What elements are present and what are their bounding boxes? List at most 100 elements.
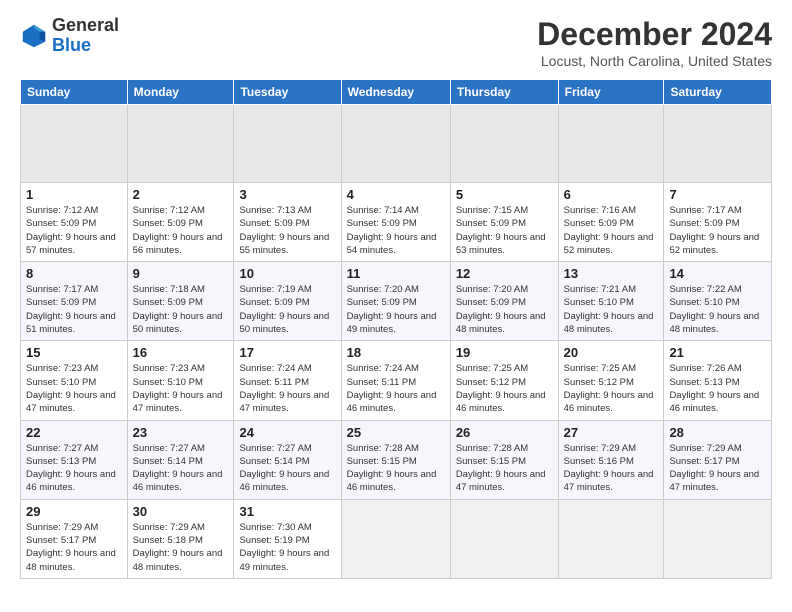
day-number: 12 bbox=[456, 266, 553, 281]
table-row: 3 Sunrise: 7:13 AMSunset: 5:09 PMDayligh… bbox=[234, 183, 341, 262]
page: General Blue December 2024 Locust, North… bbox=[0, 0, 792, 589]
calendar-week-row: 22 Sunrise: 7:27 AMSunset: 5:13 PMDaylig… bbox=[21, 420, 772, 499]
table-row: 29 Sunrise: 7:29 AMSunset: 5:17 PMDaylig… bbox=[21, 499, 128, 578]
logo-text: General Blue bbox=[52, 16, 119, 56]
day-number: 14 bbox=[669, 266, 766, 281]
day-info: Sunrise: 7:18 AMSunset: 5:09 PMDaylight:… bbox=[133, 284, 223, 335]
col-monday: Monday bbox=[127, 80, 234, 105]
table-row: 17 Sunrise: 7:24 AMSunset: 5:11 PMDaylig… bbox=[234, 341, 341, 420]
table-row bbox=[558, 105, 664, 183]
col-friday: Friday bbox=[558, 80, 664, 105]
day-number: 29 bbox=[26, 504, 122, 519]
table-row bbox=[664, 499, 772, 578]
day-number: 3 bbox=[239, 187, 335, 202]
day-info: Sunrise: 7:19 AMSunset: 5:09 PMDaylight:… bbox=[239, 284, 329, 335]
logo-blue: Blue bbox=[52, 36, 119, 56]
table-row: 27 Sunrise: 7:29 AMSunset: 5:16 PMDaylig… bbox=[558, 420, 664, 499]
day-number: 5 bbox=[456, 187, 553, 202]
table-row: 6 Sunrise: 7:16 AMSunset: 5:09 PMDayligh… bbox=[558, 183, 664, 262]
table-row: 16 Sunrise: 7:23 AMSunset: 5:10 PMDaylig… bbox=[127, 341, 234, 420]
day-info: Sunrise: 7:27 AMSunset: 5:14 PMDaylight:… bbox=[239, 443, 329, 494]
day-info: Sunrise: 7:26 AMSunset: 5:13 PMDaylight:… bbox=[669, 363, 759, 414]
table-row: 31 Sunrise: 7:30 AMSunset: 5:19 PMDaylig… bbox=[234, 499, 341, 578]
day-number: 2 bbox=[133, 187, 229, 202]
day-number: 31 bbox=[239, 504, 335, 519]
table-row: 25 Sunrise: 7:28 AMSunset: 5:15 PMDaylig… bbox=[341, 420, 450, 499]
day-info: Sunrise: 7:29 AMSunset: 5:16 PMDaylight:… bbox=[564, 443, 654, 494]
col-thursday: Thursday bbox=[450, 80, 558, 105]
table-row: 30 Sunrise: 7:29 AMSunset: 5:18 PMDaylig… bbox=[127, 499, 234, 578]
day-info: Sunrise: 7:29 AMSunset: 5:18 PMDaylight:… bbox=[133, 522, 223, 573]
table-row: 28 Sunrise: 7:29 AMSunset: 5:17 PMDaylig… bbox=[664, 420, 772, 499]
table-row bbox=[21, 105, 128, 183]
day-info: Sunrise: 7:24 AMSunset: 5:11 PMDaylight:… bbox=[239, 363, 329, 414]
day-info: Sunrise: 7:28 AMSunset: 5:15 PMDaylight:… bbox=[347, 443, 437, 494]
col-sunday: Sunday bbox=[21, 80, 128, 105]
table-row bbox=[450, 499, 558, 578]
day-info: Sunrise: 7:20 AMSunset: 5:09 PMDaylight:… bbox=[347, 284, 437, 335]
table-row: 22 Sunrise: 7:27 AMSunset: 5:13 PMDaylig… bbox=[21, 420, 128, 499]
day-number: 9 bbox=[133, 266, 229, 281]
day-info: Sunrise: 7:25 AMSunset: 5:12 PMDaylight:… bbox=[456, 363, 546, 414]
day-info: Sunrise: 7:17 AMSunset: 5:09 PMDaylight:… bbox=[669, 205, 759, 256]
day-number: 24 bbox=[239, 425, 335, 440]
day-number: 20 bbox=[564, 345, 659, 360]
day-number: 23 bbox=[133, 425, 229, 440]
day-number: 18 bbox=[347, 345, 445, 360]
table-row: 8 Sunrise: 7:17 AMSunset: 5:09 PMDayligh… bbox=[21, 262, 128, 341]
table-row: 26 Sunrise: 7:28 AMSunset: 5:15 PMDaylig… bbox=[450, 420, 558, 499]
table-row: 10 Sunrise: 7:19 AMSunset: 5:09 PMDaylig… bbox=[234, 262, 341, 341]
day-info: Sunrise: 7:24 AMSunset: 5:11 PMDaylight:… bbox=[347, 363, 437, 414]
day-info: Sunrise: 7:12 AMSunset: 5:09 PMDaylight:… bbox=[133, 205, 223, 256]
day-number: 22 bbox=[26, 425, 122, 440]
location: Locust, North Carolina, United States bbox=[537, 53, 772, 69]
day-number: 27 bbox=[564, 425, 659, 440]
day-info: Sunrise: 7:17 AMSunset: 5:09 PMDaylight:… bbox=[26, 284, 116, 335]
table-row: 20 Sunrise: 7:25 AMSunset: 5:12 PMDaylig… bbox=[558, 341, 664, 420]
day-info: Sunrise: 7:21 AMSunset: 5:10 PMDaylight:… bbox=[564, 284, 654, 335]
day-number: 13 bbox=[564, 266, 659, 281]
table-row bbox=[558, 499, 664, 578]
day-info: Sunrise: 7:28 AMSunset: 5:15 PMDaylight:… bbox=[456, 443, 546, 494]
col-wednesday: Wednesday bbox=[341, 80, 450, 105]
table-row bbox=[664, 105, 772, 183]
day-info: Sunrise: 7:30 AMSunset: 5:19 PMDaylight:… bbox=[239, 522, 329, 573]
logo-general: General bbox=[52, 16, 119, 36]
day-number: 4 bbox=[347, 187, 445, 202]
day-number: 19 bbox=[456, 345, 553, 360]
day-info: Sunrise: 7:14 AMSunset: 5:09 PMDaylight:… bbox=[347, 205, 437, 256]
day-info: Sunrise: 7:27 AMSunset: 5:13 PMDaylight:… bbox=[26, 443, 116, 494]
day-info: Sunrise: 7:29 AMSunset: 5:17 PMDaylight:… bbox=[26, 522, 116, 573]
day-number: 21 bbox=[669, 345, 766, 360]
table-row: 1 Sunrise: 7:12 AMSunset: 5:09 PMDayligh… bbox=[21, 183, 128, 262]
calendar-week-row: 1 Sunrise: 7:12 AMSunset: 5:09 PMDayligh… bbox=[21, 183, 772, 262]
logo: General Blue bbox=[20, 16, 119, 56]
table-row bbox=[127, 105, 234, 183]
calendar-header-row: Sunday Monday Tuesday Wednesday Thursday… bbox=[21, 80, 772, 105]
table-row: 18 Sunrise: 7:24 AMSunset: 5:11 PMDaylig… bbox=[341, 341, 450, 420]
day-number: 11 bbox=[347, 266, 445, 281]
day-number: 25 bbox=[347, 425, 445, 440]
table-row: 15 Sunrise: 7:23 AMSunset: 5:10 PMDaylig… bbox=[21, 341, 128, 420]
day-info: Sunrise: 7:23 AMSunset: 5:10 PMDaylight:… bbox=[26, 363, 116, 414]
day-info: Sunrise: 7:27 AMSunset: 5:14 PMDaylight:… bbox=[133, 443, 223, 494]
month-title: December 2024 bbox=[537, 16, 772, 53]
calendar-week-row: 29 Sunrise: 7:29 AMSunset: 5:17 PMDaylig… bbox=[21, 499, 772, 578]
day-number: 6 bbox=[564, 187, 659, 202]
table-row: 2 Sunrise: 7:12 AMSunset: 5:09 PMDayligh… bbox=[127, 183, 234, 262]
table-row: 19 Sunrise: 7:25 AMSunset: 5:12 PMDaylig… bbox=[450, 341, 558, 420]
day-number: 15 bbox=[26, 345, 122, 360]
table-row: 4 Sunrise: 7:14 AMSunset: 5:09 PMDayligh… bbox=[341, 183, 450, 262]
day-info: Sunrise: 7:23 AMSunset: 5:10 PMDaylight:… bbox=[133, 363, 223, 414]
day-number: 7 bbox=[669, 187, 766, 202]
table-row bbox=[341, 105, 450, 183]
col-tuesday: Tuesday bbox=[234, 80, 341, 105]
header: General Blue December 2024 Locust, North… bbox=[20, 16, 772, 69]
table-row: 21 Sunrise: 7:26 AMSunset: 5:13 PMDaylig… bbox=[664, 341, 772, 420]
table-row: 12 Sunrise: 7:20 AMSunset: 5:09 PMDaylig… bbox=[450, 262, 558, 341]
day-info: Sunrise: 7:20 AMSunset: 5:09 PMDaylight:… bbox=[456, 284, 546, 335]
table-row: 11 Sunrise: 7:20 AMSunset: 5:09 PMDaylig… bbox=[341, 262, 450, 341]
day-number: 16 bbox=[133, 345, 229, 360]
day-number: 17 bbox=[239, 345, 335, 360]
day-info: Sunrise: 7:16 AMSunset: 5:09 PMDaylight:… bbox=[564, 205, 654, 256]
